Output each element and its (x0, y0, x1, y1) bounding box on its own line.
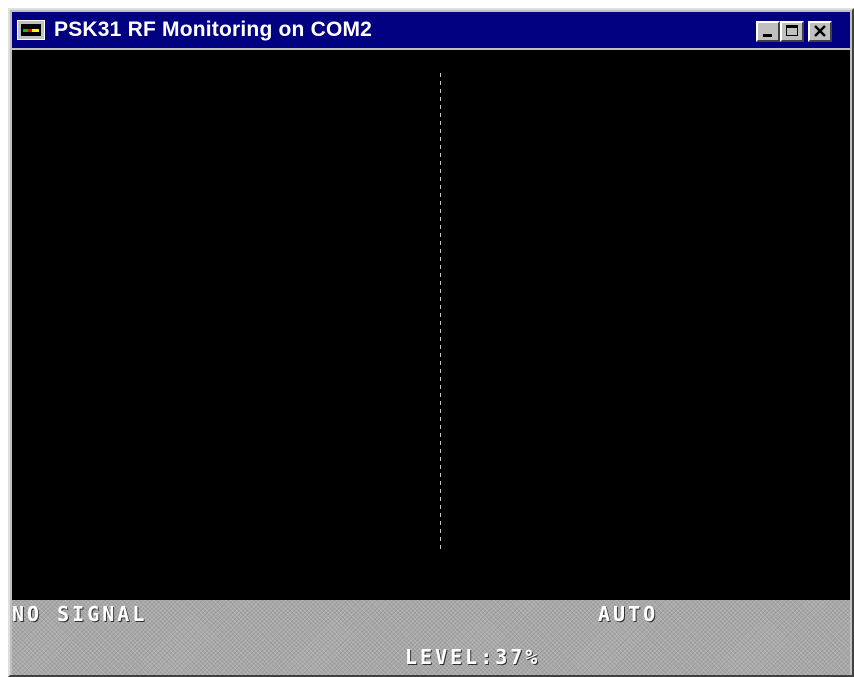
monitor-display[interactable] (12, 50, 850, 600)
psk31-app-icon[interactable] (17, 20, 45, 40)
mode-status[interactable]: AUTO (598, 602, 658, 626)
title-bar[interactable]: PSK31 RF Monitoring on COM2 (12, 12, 850, 48)
tuning-center-line (440, 73, 441, 549)
maximize-button[interactable] (780, 21, 804, 42)
status-panel: NO SIGNAL AUTO LEVEL:37% (12, 600, 850, 675)
minimize-button[interactable] (756, 21, 780, 42)
maximize-icon (786, 25, 798, 36)
close-icon (814, 25, 826, 37)
minimize-icon (763, 34, 772, 37)
close-button[interactable] (808, 21, 832, 42)
signal-status: NO SIGNAL (12, 602, 148, 626)
window-title: PSK31 RF Monitoring on COM2 (54, 18, 373, 41)
level-readout: LEVEL:37% (405, 645, 541, 669)
app-window: PSK31 RF Monitoring on COM2 NO SIGNAL AU… (8, 8, 854, 677)
app-icon-trace (23, 29, 39, 32)
